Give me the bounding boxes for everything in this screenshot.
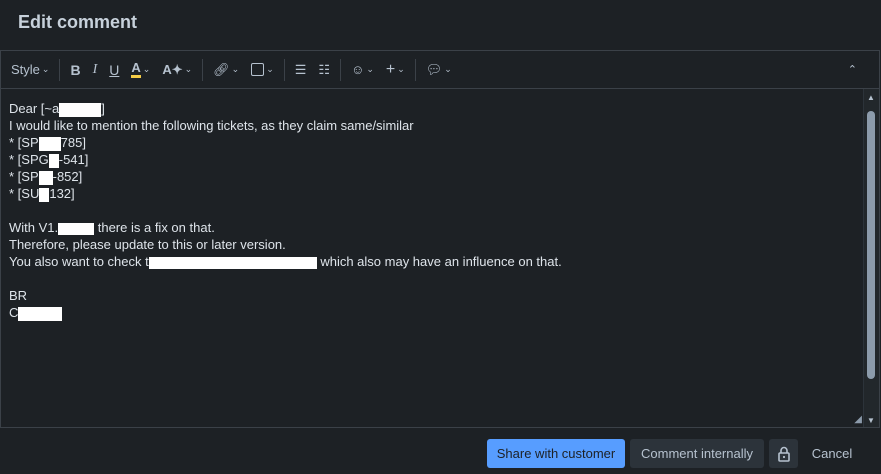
toolbar-divider	[202, 58, 204, 81]
share-with-customer-button[interactable]: Share with customer	[487, 439, 625, 468]
redacted-block	[38, 136, 61, 151]
emoji-button[interactable]: ☺ ⌄	[345, 51, 380, 89]
comment-internally-button[interactable]: Comment internally	[630, 439, 764, 468]
text-line: Dear [~a]	[9, 101, 105, 117]
text-line: I would like to mention the following ti…	[9, 118, 414, 133]
toolbar-divider	[340, 58, 342, 81]
text-line: With V1. there is a fix on that.	[9, 220, 215, 235]
scroll-up-arrow-icon[interactable]: ▲	[867, 93, 875, 102]
chevron-down-icon: ⌄	[266, 64, 274, 74]
redacted-block	[148, 256, 317, 269]
editor-scrollbar[interactable]: ▲ ▼	[863, 89, 879, 427]
text-line: * [SP 785]	[9, 135, 86, 151]
redacted-block	[58, 222, 95, 235]
redacted-block	[59, 102, 102, 117]
lock-icon	[777, 446, 790, 462]
comment-icon: 💬︎	[425, 61, 443, 77]
collapse-toolbar-button[interactable]: ⌃	[842, 51, 863, 89]
italic-button[interactable]: I	[87, 51, 104, 89]
toolbar-divider	[59, 58, 61, 81]
comment-feedback-button[interactable]: 💬︎ ⌄	[420, 51, 458, 89]
text-line: Therefore, please update to this or late…	[9, 237, 286, 252]
plus-icon: +	[385, 60, 396, 78]
link-button[interactable]: 🔗︎ ⌄	[207, 51, 245, 89]
text-line: C	[9, 304, 857, 321]
chevron-down-icon: ⌄	[41, 64, 50, 74]
bold-button[interactable]: B	[64, 51, 86, 89]
numbered-list-button[interactable]: ☷	[312, 51, 336, 89]
chevron-down-icon: ⌄	[397, 64, 405, 74]
redacted-block	[18, 306, 63, 321]
text-color-button[interactable]: A ⌄	[125, 51, 156, 89]
redacted-block	[39, 187, 50, 202]
link-icon: 🔗︎	[213, 61, 230, 77]
text-line: BR	[9, 288, 28, 303]
scrollbar-thumb[interactable]	[867, 111, 875, 379]
text-line: * [SPG -541]	[9, 152, 89, 168]
cancel-button[interactable]: Cancel	[804, 439, 860, 468]
emoji-icon: ☺	[351, 62, 365, 77]
redacted-block	[48, 153, 59, 168]
chevron-down-icon: ⌄	[184, 64, 193, 74]
comment-body[interactable]: Dear [~a] I would like to mention the fo…	[9, 100, 857, 321]
text-color-icon: A	[131, 61, 141, 78]
toolbar-divider	[283, 58, 285, 81]
chevrons-up-icon: ⌃	[847, 64, 857, 76]
chevron-down-icon: ⌄	[231, 64, 240, 74]
bullet-list-icon: ☰	[294, 61, 307, 77]
toolbar-divider	[414, 58, 416, 81]
insert-panel-button[interactable]: ⌄	[245, 51, 280, 89]
resize-handle-icon[interactable]: ◢	[854, 414, 862, 425]
chevron-down-icon: ⌄	[366, 64, 374, 74]
style-label: Style	[11, 62, 40, 77]
editor-toolbar: Style ⌄ B I U A ⌄ A✦ ⌄ 🔗︎ ⌄ ⌄ ☰ ☷ ☺ ⌄ + …	[1, 51, 879, 89]
text-line: * [SP -852]	[9, 169, 83, 185]
more-formatting-button[interactable]: A✦ ⌄	[156, 51, 198, 89]
text-style-dropdown[interactable]: Style ⌄	[1, 51, 55, 89]
text-line: * [SU 132]	[9, 186, 75, 202]
insert-button[interactable]: + ⌄	[380, 51, 411, 89]
chevron-down-icon: ⌄	[142, 64, 151, 74]
format-sparkle-icon: A✦	[162, 61, 183, 77]
dialog-title: Edit comment	[18, 12, 138, 32]
restrict-visibility-button[interactable]	[769, 439, 798, 468]
underline-button[interactable]: U	[103, 51, 125, 89]
scroll-down-arrow-icon[interactable]: ▼	[867, 416, 875, 425]
chevron-down-icon: ⌄	[444, 64, 452, 74]
panel-icon	[251, 63, 265, 76]
comment-editor[interactable]: Style ⌄ B I U A ⌄ A✦ ⌄ 🔗︎ ⌄ ⌄ ☰ ☷ ☺ ⌄ + …	[0, 50, 880, 428]
text-line: You also want to check t which also may …	[9, 254, 562, 269]
numbered-list-icon: ☷	[318, 61, 331, 77]
bullet-list-button[interactable]: ☰	[289, 51, 313, 89]
redacted-block	[38, 170, 53, 185]
